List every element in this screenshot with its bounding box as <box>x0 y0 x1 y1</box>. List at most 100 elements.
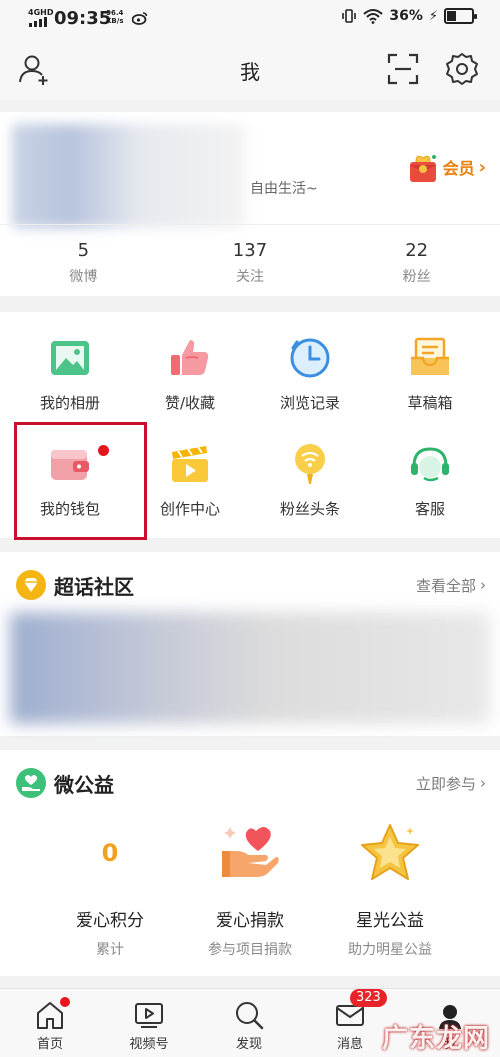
charity-item-title: 星光公益 <box>356 911 424 931</box>
charity-item-title: 爱心积分 <box>76 911 144 931</box>
speed-value: 96.4 <box>106 9 124 17</box>
stat-following[interactable]: 137 关注 <box>167 238 334 286</box>
settings-icon[interactable] <box>445 52 479 86</box>
charity-item-subtitle: 助力明星公益 <box>348 942 432 958</box>
grid-item-customer-service[interactable]: 客服 <box>370 438 490 544</box>
diamond-badge-icon <box>16 570 46 600</box>
charity-items: 0 爱心积分 累计 爱心捐款 参与项目捐款 星光公益 助力明星公益 <box>0 816 500 959</box>
charity-item-subtitle: 参与项目捐款 <box>208 942 292 958</box>
vibrate-icon <box>342 9 357 23</box>
super-topic-card: 超话社区 查看全部 › <box>0 552 500 736</box>
album-icon <box>51 341 89 375</box>
video-icon <box>135 1003 163 1028</box>
charity-header[interactable]: 微公益 立即参与 › <box>16 768 486 798</box>
nav-label: 发现 <box>235 1037 262 1052</box>
grid-item-label: 草稿箱 <box>407 394 453 412</box>
top-header: 我 <box>0 38 500 100</box>
notification-dot <box>60 997 70 1007</box>
speed-unit: KB/s <box>106 17 124 25</box>
star-icon <box>361 824 419 880</box>
status-bar: 4GHD 09:35 96.4 KB/s 36% ⚡ <box>0 0 500 38</box>
stat-value: 137 <box>232 240 268 261</box>
battery-icon <box>444 8 477 24</box>
stat-label: 粉丝 <box>402 269 431 285</box>
chevron-right-icon: › <box>478 156 486 178</box>
grid-item-drafts[interactable]: 草稿箱 <box>370 332 490 438</box>
charity-love-points[interactable]: 0 爱心积分 累计 <box>40 816 180 959</box>
stat-value: 22 <box>405 240 429 261</box>
signal-icon <box>29 17 47 27</box>
grid-item-label: 赞/收藏 <box>164 394 216 412</box>
thumbs-up-icon <box>171 340 209 375</box>
charity-donation[interactable]: 爱心捐款 参与项目捐款 <box>180 816 320 959</box>
grid-item-label: 粉丝头条 <box>279 500 340 518</box>
charging-icon: ⚡ <box>428 8 438 24</box>
view-all-link[interactable]: 查看全部 <box>416 575 476 596</box>
charity-item-subtitle: 累计 <box>96 942 124 958</box>
star-visual <box>320 816 460 890</box>
nav-video[interactable]: 视频号 <box>119 999 179 1052</box>
balloon-icon <box>295 444 325 484</box>
battery-fill <box>447 11 457 21</box>
weibo-notification-icon <box>132 12 148 25</box>
wallet-highlight-box <box>14 422 147 540</box>
stat-weibo[interactable]: 5 微博 <box>0 238 167 286</box>
red-envelope-gift-icon <box>409 155 436 182</box>
vip-label: 会员 <box>442 159 475 178</box>
page-title: 我 <box>240 60 260 84</box>
grid-item-label: 浏览记录 <box>279 394 340 412</box>
nav-label: 消息 <box>336 1037 363 1052</box>
chevron-right-icon: › <box>480 576 486 594</box>
battery-percent: 36% <box>389 8 423 24</box>
search-icon <box>236 1002 264 1030</box>
join-now-link[interactable]: 立即参与 <box>416 773 476 794</box>
stat-value: 5 <box>77 240 90 261</box>
nav-home[interactable]: 首页 <box>20 997 80 1052</box>
love-points-value: 0 <box>101 839 119 867</box>
donation-visual <box>180 816 320 890</box>
stat-label: 微博 <box>69 269 98 285</box>
network-speed: 96.4 KB/s <box>106 9 123 25</box>
chevron-right-icon: › <box>480 774 486 792</box>
grid-item-label: 我的相册 <box>39 394 100 412</box>
wifi-icon <box>363 9 384 24</box>
heart-in-hand-icon <box>222 827 279 877</box>
headset-icon <box>411 447 449 482</box>
status-right: 36% ⚡ <box>341 8 477 24</box>
charity-card: 微公益 立即参与 › 0 爱心积分 累计 爱心捐款 参与项目捐款 星光公益 助力… <box>0 750 500 976</box>
stats-row: 5 微博 137 关注 22 粉丝 <box>0 238 500 286</box>
draft-box-icon <box>411 337 449 375</box>
vip-button[interactable]: 会员 › <box>407 150 486 184</box>
super-topic-header[interactable]: 超话社区 查看全部 › <box>16 570 486 600</box>
stat-followers[interactable]: 22 粉丝 <box>333 238 500 286</box>
nav-label: 首页 <box>36 1037 63 1052</box>
grid-item-fans-headline[interactable]: 粉丝头条 <box>250 438 370 544</box>
section-title: 超话社区 <box>54 574 134 599</box>
blurred-profile-info[interactable] <box>12 124 246 228</box>
network-type: 4GHD <box>28 8 54 17</box>
grid-item-history[interactable]: 浏览记录 <box>250 332 370 438</box>
scan-icon[interactable] <box>386 52 420 86</box>
clock-icon <box>290 338 330 378</box>
blurred-topic-content[interactable] <box>10 612 490 724</box>
charity-item-title: 爱心捐款 <box>216 911 284 931</box>
profile-bio: 自由生活~ <box>250 181 318 197</box>
grid-item-likes[interactable]: 赞/收藏 <box>130 332 250 438</box>
points-value-container: 0 <box>40 816 180 890</box>
grid-item-creator-center[interactable]: 创作中心 <box>130 438 250 544</box>
nav-messages[interactable]: 323 消息 <box>320 989 387 1052</box>
profile-card[interactable]: 自由生活~ 会员 › 5 微博 137 关注 22 粉丝 <box>0 112 500 296</box>
watermark-text: 广东龙网 <box>381 1024 490 1054</box>
nav-label: 视频号 <box>129 1037 169 1052</box>
grid-item-label: 创作中心 <box>159 500 220 518</box>
grid-item-label: 客服 <box>414 500 445 518</box>
stat-label: 关注 <box>235 269 264 285</box>
message-count-badge: 323 <box>350 989 387 1007</box>
section-title: 微公益 <box>54 772 114 797</box>
nav-discover[interactable]: 发现 <box>219 999 279 1052</box>
charity-hand-icon <box>16 768 46 798</box>
divider <box>0 224 500 225</box>
clapperboard-icon <box>172 446 208 482</box>
clock-time: 09:35 <box>54 8 112 29</box>
charity-star-welfare[interactable]: 星光公益 助力明星公益 <box>320 816 460 959</box>
